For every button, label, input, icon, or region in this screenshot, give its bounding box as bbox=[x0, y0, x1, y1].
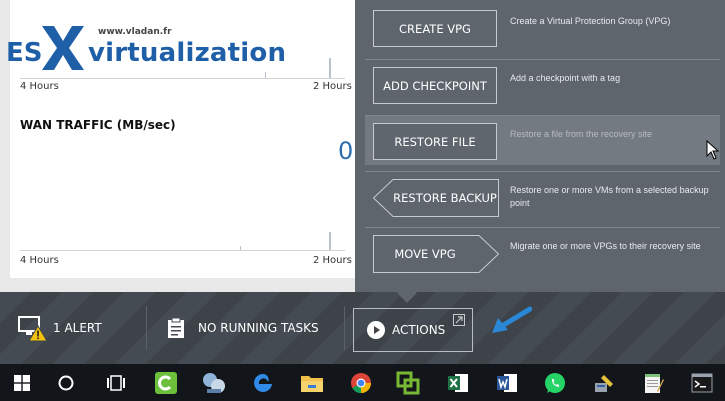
whatsapp-button[interactable] bbox=[533, 364, 577, 401]
restore-backup-button[interactable]: RESTORE BACKUP bbox=[393, 179, 497, 216]
popout-icon bbox=[453, 314, 465, 326]
logo-x-icon bbox=[42, 26, 84, 70]
file-explorer-button[interactable] bbox=[290, 364, 334, 401]
actions-menu: CREATE VPG Create a Virtual Protection G… bbox=[355, 0, 725, 292]
add-checkpoint-button[interactable]: ADD CHECKPOINT bbox=[373, 67, 497, 104]
excel-button[interactable] bbox=[436, 364, 480, 401]
actions-label: ACTIONS bbox=[392, 323, 446, 337]
status-bar: 1 ALERT NO RUNNING TASKS ACTIONS bbox=[0, 283, 725, 364]
action-row-create-vpg: CREATE VPG Create a Virtual Protection G… bbox=[365, 3, 720, 53]
windows-taskbar bbox=[0, 364, 725, 401]
camtasia-button[interactable] bbox=[144, 364, 188, 401]
chart-left-label: 4 Hours bbox=[20, 255, 59, 266]
move-vpg-button[interactable]: MOVE VPG bbox=[373, 235, 477, 272]
edge-button[interactable] bbox=[241, 364, 285, 401]
add-checkpoint-description: Add a checkpoint with a tag bbox=[510, 73, 621, 83]
alerts-indicator[interactable]: 1 ALERT bbox=[18, 312, 102, 344]
action-row-restore-file: RESTORE FILE Restore a file from the rec… bbox=[365, 115, 720, 165]
edge-icon bbox=[254, 373, 272, 392]
camtasia-icon bbox=[155, 371, 177, 394]
cmd-icon bbox=[691, 373, 713, 392]
cmd-button[interactable] bbox=[680, 364, 724, 401]
chart-axis bbox=[20, 250, 345, 251]
vmware-button[interactable] bbox=[386, 364, 430, 401]
network-tool-icon bbox=[203, 372, 225, 393]
clipboard-icon bbox=[168, 317, 184, 338]
notepad-button[interactable] bbox=[631, 364, 675, 401]
mouse-cursor-icon bbox=[706, 140, 720, 160]
chart-left-label: 4 Hours bbox=[20, 81, 59, 92]
task-view-icon bbox=[107, 374, 125, 391]
chrome-button[interactable] bbox=[339, 364, 383, 401]
chart-spike bbox=[329, 58, 331, 78]
restore-backup-description: Restore one or more VMs from a selected … bbox=[510, 185, 709, 208]
start-button[interactable] bbox=[0, 364, 44, 401]
chart-right-label: 2 Hours bbox=[313, 255, 352, 266]
restore-file-button[interactable]: RESTORE FILE bbox=[373, 123, 497, 160]
whatsapp-icon bbox=[545, 372, 565, 393]
cortana-icon bbox=[58, 375, 74, 390]
dashboard-area: 4 Hours 2 Hours 4 Hours 2 Hours WAN TRAF… bbox=[0, 0, 355, 292]
actions-button-content: ACTIONS bbox=[366, 320, 445, 340]
network-tool-button[interactable] bbox=[192, 364, 236, 401]
running-tasks-indicator[interactable]: NO RUNNING TASKS bbox=[167, 312, 319, 344]
word-button[interactable] bbox=[485, 364, 529, 401]
wan-traffic-title: WAN TRAFFIC (MB/sec) bbox=[20, 118, 176, 132]
excel-icon bbox=[448, 373, 468, 392]
restore-file-description: Restore a file from the recovery site bbox=[510, 129, 653, 139]
notepad-icon bbox=[645, 373, 664, 393]
file-explorer-icon bbox=[301, 375, 323, 392]
chart-spike bbox=[329, 232, 331, 250]
chart-right-label: 2 Hours bbox=[313, 81, 352, 92]
actions-button[interactable]: ACTIONS bbox=[353, 308, 473, 352]
action-row-add-checkpoint: ADD CHECKPOINT Add a checkpoint with a t… bbox=[365, 59, 720, 109]
status-separator bbox=[146, 306, 147, 350]
chrome-icon bbox=[351, 372, 371, 393]
action-row-restore-backup: RESTORE BACKUP Restore one or more VMs f… bbox=[365, 171, 720, 221]
windows-start-icon bbox=[14, 374, 30, 391]
word-icon bbox=[497, 373, 517, 392]
action-row-move-vpg: MOVE VPG Migrate one or more VPGs to the… bbox=[365, 227, 720, 277]
tasks-label: NO RUNNING TASKS bbox=[198, 321, 319, 335]
status-separator bbox=[344, 306, 345, 350]
cortana-button[interactable] bbox=[44, 364, 88, 401]
play-circle-icon bbox=[367, 321, 385, 339]
wan-traffic-value: 0 bbox=[338, 137, 354, 165]
logo-suffix: virtualization bbox=[88, 38, 287, 68]
esx-virtualization-logo: ES www.vladan.fr virtualization bbox=[6, 24, 286, 72]
sql-tool-button[interactable] bbox=[582, 364, 626, 401]
blue-arrow-icon bbox=[492, 306, 532, 333]
logo-url: www.vladan.fr bbox=[98, 27, 172, 37]
vmware-icon bbox=[396, 371, 420, 394]
chart-axis bbox=[20, 78, 345, 79]
logo-prefix: ES bbox=[6, 38, 43, 68]
alerts-label: 1 ALERT bbox=[53, 321, 102, 335]
task-view-button[interactable] bbox=[94, 364, 138, 401]
sql-tool-icon bbox=[595, 374, 613, 392]
move-vpg-description: Migrate one or more VPGs to their recove… bbox=[510, 241, 701, 251]
create-vpg-button[interactable]: CREATE VPG bbox=[373, 10, 497, 47]
create-vpg-description: Create a Virtual Protection Group (VPG) bbox=[510, 16, 671, 26]
monitor-alert-icon bbox=[18, 316, 48, 342]
